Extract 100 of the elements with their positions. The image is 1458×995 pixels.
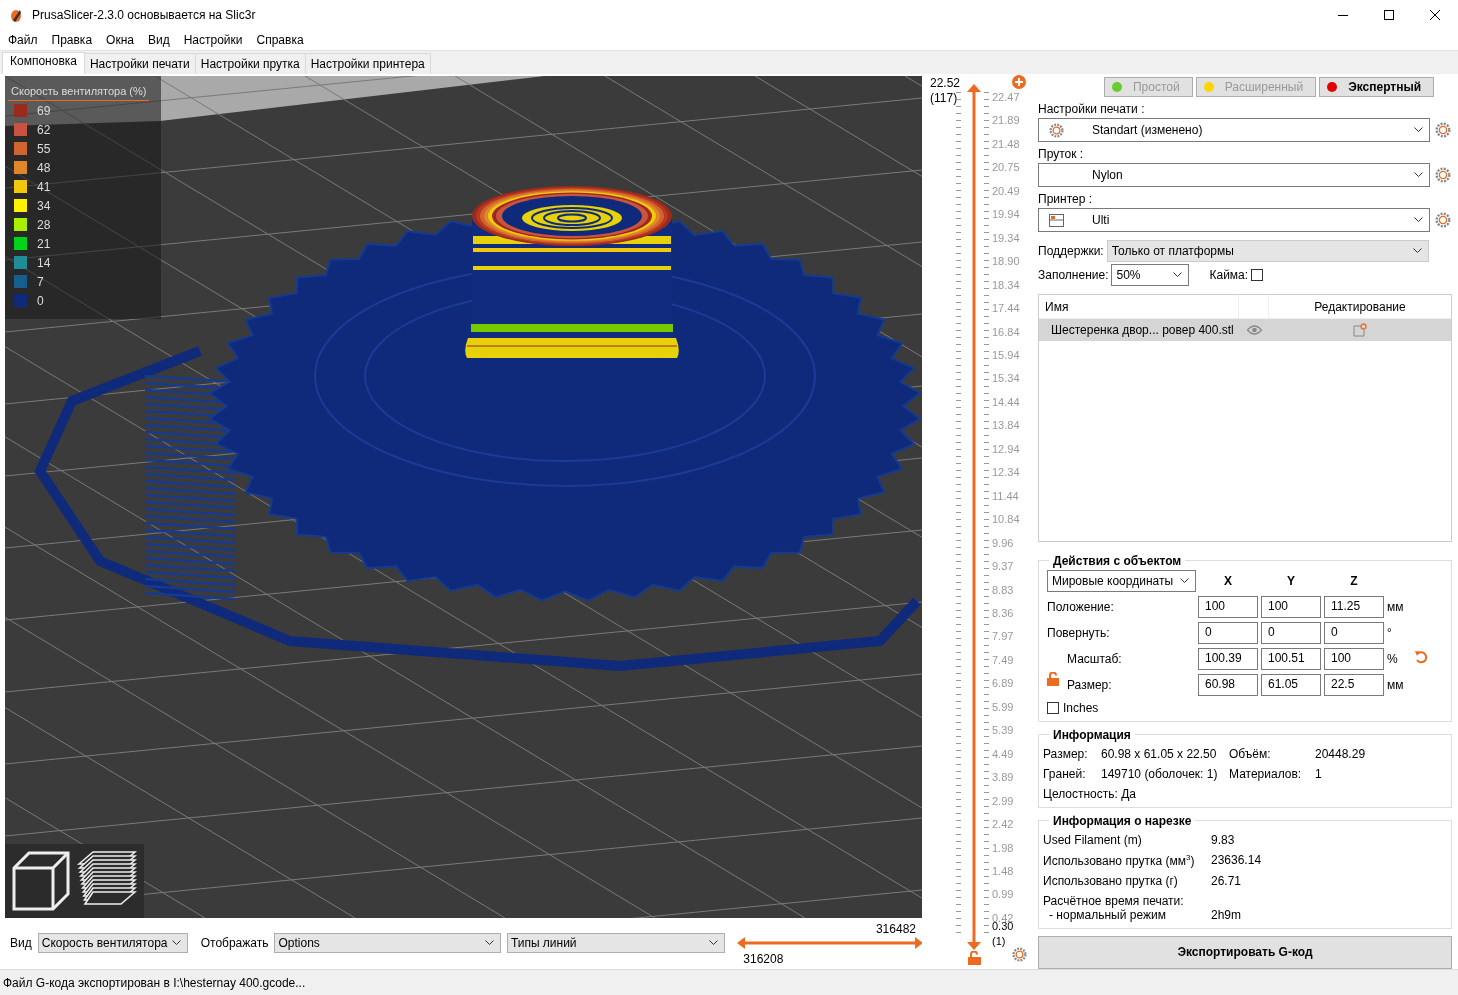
value-input[interactable]: 0: [1324, 621, 1384, 644]
info-label: Used Filament (m): [1043, 832, 1143, 847]
supports-dropdown[interactable]: Только от платформы: [1106, 240, 1429, 262]
value-input[interactable]: 100: [1261, 595, 1321, 618]
layer-height-tick: 0.99: [992, 888, 1015, 901]
layer-range-slider[interactable]: [967, 84, 981, 950]
chevron-down-icon: [1180, 577, 1189, 584]
range-start-value: 316208: [743, 952, 784, 966]
layer-height-tick: 19.34: [992, 231, 1020, 244]
slider-thumb[interactable]: [915, 937, 924, 949]
range-end-value: 316482: [875, 922, 916, 936]
unlocked-padlock-icon[interactable]: [968, 951, 981, 965]
info-text: Целостность: Да: [1043, 786, 1137, 801]
edit-icon[interactable]: [1353, 323, 1367, 337]
tab[interactable]: Настройки принтера: [304, 53, 431, 74]
legend-value: 69: [37, 103, 51, 118]
value-input[interactable]: 0: [1261, 621, 1321, 644]
cube-icon[interactable]: [11, 850, 71, 912]
slider-thumb[interactable]: [737, 937, 746, 949]
coordinates-dropdown[interactable]: Мировые координаты: [1047, 569, 1196, 592]
legend-value: 55: [37, 141, 51, 156]
preset-dropdown[interactable]: Nylon: [1038, 163, 1430, 187]
unlocked-padlock-icon[interactable]: [1047, 671, 1059, 686]
object-row[interactable]: Шестеренка двор... ровер 400.stl: [1039, 319, 1451, 341]
value-input[interactable]: 100.39: [1198, 647, 1258, 670]
value-input[interactable]: 0: [1198, 621, 1258, 644]
top-height-value: 22.52: [930, 76, 961, 91]
layer-height-tick: 8.36: [992, 606, 1015, 619]
mode-button[interactable]: Экспертный: [1319, 77, 1435, 97]
value-input[interactable]: 61.05: [1261, 673, 1321, 696]
layer-height-tick: 10.84: [992, 513, 1020, 526]
brim-checkbox[interactable]: [1251, 269, 1264, 281]
layer-height-tick: 17.44: [992, 302, 1020, 315]
brim-label: Кайма:: [1209, 268, 1249, 282]
menu-item[interactable]: Настройки: [176, 33, 250, 47]
inches-label: Inches: [1063, 700, 1099, 715]
undo-icon[interactable]: [1414, 650, 1428, 665]
legend-value: 21: [37, 236, 51, 251]
menu-item[interactable]: Справка: [249, 33, 311, 47]
unit-label: %: [1387, 651, 1399, 666]
value-input[interactable]: 100: [1198, 595, 1258, 618]
chevron-down-icon: [171, 940, 181, 946]
slider-thumb[interactable]: [967, 84, 981, 92]
legend-value: 0: [37, 293, 44, 308]
axis-label: X: [1223, 573, 1233, 588]
value-input[interactable]: 100.51: [1261, 647, 1321, 670]
info-value: 1: [1315, 766, 1323, 781]
tab[interactable]: Настройки печати: [83, 53, 196, 74]
preset-dropdown[interactable]: Standart (изменено): [1038, 118, 1430, 142]
preset-label: Принтер :: [1038, 191, 1093, 208]
printer-icon: [1049, 213, 1064, 227]
info-value: 9.83: [1211, 832, 1236, 847]
layer-height-tick: 21.48: [992, 137, 1020, 150]
view-type-dropdown[interactable]: Скорость вентилятора: [37, 933, 188, 953]
menu-item[interactable]: Окна: [99, 33, 141, 47]
add-color-change-icon[interactable]: [1012, 75, 1026, 89]
menu-item[interactable]: Правка: [44, 33, 100, 47]
export-gcode-button[interactable]: Экспортировать G-код: [1038, 935, 1452, 969]
layer-height-tick: 20.75: [992, 161, 1020, 174]
chevron-down-icon: [1414, 217, 1423, 223]
tab[interactable]: Компоновка: [2, 52, 85, 74]
tab[interactable]: Настройки прутка: [194, 53, 306, 74]
value-input[interactable]: 22.5: [1324, 673, 1384, 696]
layer-height-tick: 20.49: [992, 184, 1020, 197]
column-header: Редактирование: [1313, 298, 1407, 316]
layer-height-tick: 4.49: [992, 747, 1015, 760]
infill-dropdown[interactable]: 50%: [1111, 264, 1190, 286]
show-label: Отображать: [200, 936, 269, 950]
move-range-slider[interactable]: [737, 937, 924, 949]
preset-dropdown[interactable]: Ulti: [1038, 208, 1430, 232]
chevron-down-icon: [484, 940, 494, 946]
line-types-dropdown[interactable]: Типы линий: [506, 933, 726, 953]
value-input[interactable]: 100: [1324, 647, 1384, 670]
legend-value: 62: [37, 122, 51, 137]
panel-title: Действия с объектом: [1052, 553, 1183, 568]
layer-height-tick: 16.84: [992, 325, 1020, 338]
layer-height-tick: 19.94: [992, 208, 1020, 221]
view-label: Вид: [10, 936, 32, 950]
layer-height-tick: 22.47: [992, 91, 1020, 103]
info-value: 149710 (оболочек: 1): [1101, 766, 1219, 781]
layer-height-tick: 9.37: [992, 560, 1015, 573]
field-label: Положение:: [1047, 599, 1114, 614]
legend-title: Скорость вентилятора (%): [8, 82, 150, 101]
value-input[interactable]: 11.25: [1324, 595, 1384, 618]
settings-icon: [1435, 167, 1451, 183]
app-logo-icon: [9, 7, 23, 23]
options-dropdown[interactable]: Options: [274, 933, 501, 953]
legend-value: 34: [37, 198, 51, 213]
top-layer-number: (117): [930, 91, 959, 106]
field-label: Масштаб:: [1067, 651, 1122, 666]
value-input[interactable]: 60.98: [1198, 673, 1258, 696]
eye-icon[interactable]: [1246, 325, 1262, 335]
inches-checkbox[interactable]: [1047, 701, 1059, 714]
legend-value: 48: [37, 160, 51, 175]
layer-height-tick: 1.48: [992, 864, 1015, 877]
slider-thumb[interactable]: [967, 942, 981, 950]
menu-item[interactable]: Вид: [140, 33, 177, 47]
layer-height-tick: 7.49: [992, 653, 1015, 666]
menu-item[interactable]: Файл: [1, 33, 45, 47]
settings-icon: [1435, 122, 1451, 138]
